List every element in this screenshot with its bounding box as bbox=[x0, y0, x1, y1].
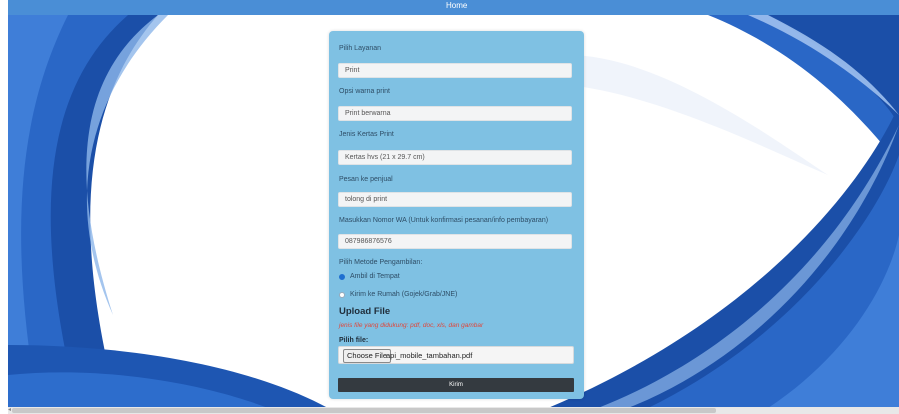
file-label: Pilih file: bbox=[339, 337, 369, 344]
pickup-option-label: Ambil di Tempat bbox=[350, 273, 400, 280]
horizontal-scrollbar[interactable]: ◂ bbox=[8, 407, 899, 414]
pickup-label: Pilih Metode Pengambilan: bbox=[339, 259, 423, 266]
nav-home-link[interactable]: Home bbox=[446, 1, 467, 10]
file-input[interactable]: Choose File api_mobile_tambahan.pdf bbox=[338, 346, 574, 364]
radio-unchecked-icon[interactable] bbox=[339, 291, 345, 298]
pickup-option-label: Kirim ke Rumah (Gojek/Grab/JNE) bbox=[350, 291, 458, 298]
upload-note: jenis file yang didukung: pdf, doc, xls,… bbox=[339, 322, 484, 329]
paper-select[interactable]: Kertas hvs (21 x 29.7 cm) bbox=[338, 150, 572, 165]
upload-title: Upload File bbox=[339, 306, 391, 317]
paper-label: Jenis Kertas Print bbox=[339, 131, 394, 138]
service-label: Pilih Layanan bbox=[339, 45, 382, 52]
submit-button[interactable]: Kirim bbox=[338, 378, 574, 392]
color-option-select[interactable]: Print berwarna bbox=[338, 106, 572, 121]
wa-label: Masukkan Nomor WA (Untuk konfirmasi pesa… bbox=[339, 217, 549, 224]
radio-checked-icon[interactable] bbox=[339, 273, 345, 280]
top-navbar: Home bbox=[8, 0, 899, 16]
message-label: Pesan ke penjual bbox=[339, 176, 393, 183]
scroll-left-icon[interactable]: ◂ bbox=[8, 407, 11, 414]
service-select[interactable]: Print bbox=[338, 63, 572, 78]
message-input[interactable]: tolong di print bbox=[338, 192, 572, 207]
file-name: api_mobile_tambahan.pdf bbox=[386, 351, 473, 360]
order-form-card: Pilih Layanan Print Opsi warna print Pri… bbox=[329, 31, 584, 399]
color-option-label: Opsi warna print bbox=[339, 88, 390, 95]
pickup-option-delivery[interactable]: Kirim ke Rumah (Gojek/Grab/JNE) bbox=[339, 291, 457, 298]
choose-file-button[interactable]: Choose File bbox=[343, 349, 392, 363]
wa-number-input[interactable]: 087986876576 bbox=[338, 234, 572, 249]
scrollbar-thumb[interactable] bbox=[12, 408, 716, 413]
pickup-option-store[interactable]: Ambil di Tempat bbox=[339, 273, 400, 280]
